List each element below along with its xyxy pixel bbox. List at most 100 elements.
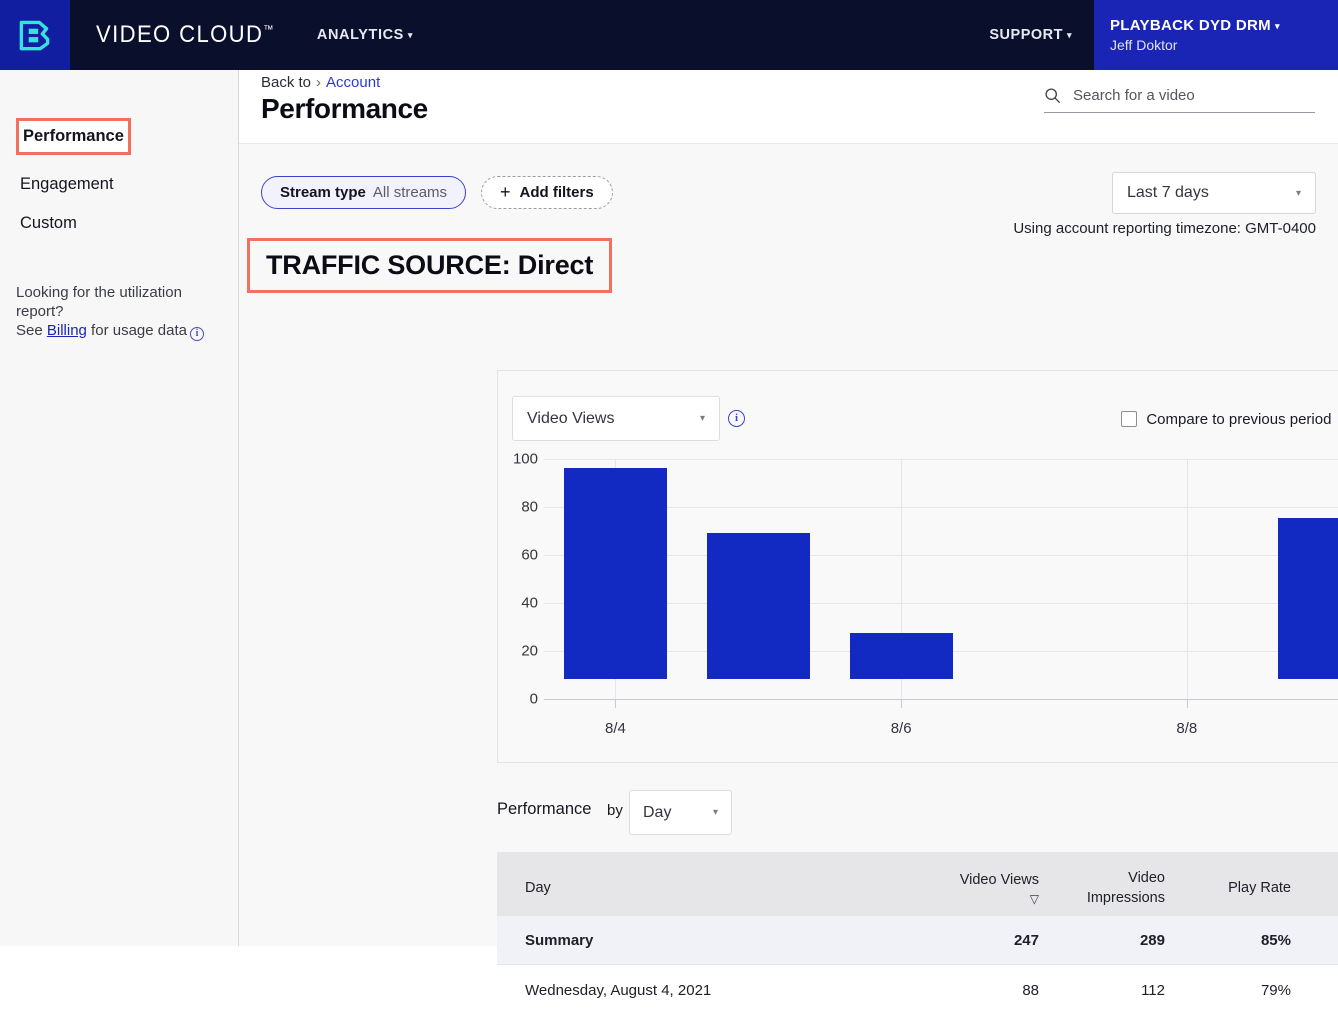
x-axis-tick-label: 8/8 [1176, 720, 1197, 737]
chart-toolbar: Compare to previous period Export as CSV… [1121, 407, 1338, 431]
table-column-header[interactable]: VideoImpressions [1053, 852, 1179, 916]
metric-select[interactable]: Video Views ▾ [512, 396, 720, 441]
table-cell-value: 88 [927, 982, 1053, 999]
breadcrumb: Back to › Account [261, 74, 380, 91]
info-icon[interactable]: i [728, 410, 745, 427]
note-tail-text: for usage data [87, 322, 187, 339]
table-cell-value: 10 [1305, 982, 1338, 999]
nav-support-label: SUPPORT [989, 27, 1063, 43]
y-axis-tick-label: 0 [498, 691, 538, 708]
note-see-text: See [16, 322, 47, 339]
nav-analytics[interactable]: ANALYTICS ▾ [317, 27, 413, 43]
search-bar[interactable] [1044, 86, 1315, 113]
filter-pill-stream-type[interactable]: Stream type All streams [261, 176, 466, 209]
brightcove-b-logo-icon [14, 14, 56, 56]
y-axis-tick-label: 20 [498, 643, 538, 660]
main-content: Back to › Account Performance Stream type A… [239, 70, 1338, 946]
column-header-line: Day [525, 879, 551, 899]
traffic-source-heading-text: TRAFFIC SOURCE: Direct [266, 250, 593, 280]
plot-area [544, 459, 1338, 699]
bar[interactable] [850, 633, 953, 679]
x-axis-tick [615, 699, 616, 708]
y-axis-labels: 020406080100 [498, 459, 538, 719]
note-line-1: Looking for the utilization [16, 283, 222, 302]
plus-icon: + [500, 182, 511, 203]
table-column-header[interactable]: Video Views▽ [927, 852, 1053, 916]
chevron-down-icon: ▾ [408, 30, 413, 40]
traffic-source-heading: TRAFFIC SOURCE: Direct [247, 238, 612, 293]
breadcrumb-back-label: Back to [261, 74, 311, 91]
top-navigation-bar: VIDEO CLOUD™ ANALYTICS▾ SUPPORT▾ PLAYBAC… [0, 0, 1338, 70]
sidebar-item-engagement[interactable]: Engagement [16, 169, 118, 200]
bar[interactable] [1278, 518, 1338, 679]
chart-card: Video Views ▾ i Compare to previous peri… [497, 370, 1338, 763]
timezone-note: Using account reporting timezone: GMT-04… [1013, 220, 1316, 237]
stream-type-label: Stream type [280, 184, 366, 201]
page-header: Back to › Account Performance [239, 70, 1338, 144]
compare-previous-period-checkbox[interactable] [1121, 411, 1137, 427]
column-header-line: Video Views [960, 871, 1039, 891]
x-axis-tick [901, 699, 902, 708]
y-axis-tick-label: 80 [498, 499, 538, 516]
nav-analytics-label: ANALYTICS [317, 27, 404, 43]
table-cell-value: 79% [1179, 982, 1305, 999]
table-by-label: by [607, 802, 623, 819]
table-column-header[interactable]: ViewedMinutes [1305, 852, 1338, 916]
account-name-text: PLAYBACK DYD DRM [1110, 17, 1271, 34]
chevron-down-icon: ▾ [700, 413, 705, 424]
y-axis-tick-label: 40 [498, 595, 538, 612]
table-column-header[interactable]: Play Rate [1179, 852, 1305, 916]
column-header-line: Play Rate [1228, 879, 1291, 899]
bar-chart: 020406080100 8/48/68/88/10 [498, 459, 1338, 719]
bar[interactable] [564, 468, 667, 679]
table-controls: Performance by Day ▾ Export as CSV XLSX [497, 788, 1338, 838]
grid-line-vertical [1187, 459, 1188, 699]
x-axis-tick [1187, 699, 1188, 708]
chevron-down-icon: ▾ [1067, 30, 1072, 40]
grid-line-horizontal [544, 459, 1338, 460]
breadcrumb-account-link[interactable]: Account [326, 74, 380, 91]
column-header-line: Video [1128, 869, 1165, 889]
sort-descending-icon: ▽ [1030, 891, 1039, 907]
info-icon[interactable]: i [190, 327, 204, 341]
column-header-line: Impressions [1087, 889, 1165, 909]
table-cell-day: Wednesday, August 4, 2021 [497, 982, 927, 999]
table-row[interactable]: Wednesday, August 4, 20218811279%104 [497, 964, 1338, 1016]
sidebar-item-label: Engagement [20, 175, 114, 193]
table-header-row: DayVideo Views▽VideoImpressionsPlay Rate… [497, 852, 1338, 916]
table-performance-label: Performance [497, 800, 591, 819]
add-filters-label: Add filters [520, 184, 594, 201]
note-line-2: report? [16, 302, 222, 321]
sidebar-item-performance[interactable]: Performance [16, 118, 131, 155]
add-filters-button[interactable]: + Add filters [481, 176, 613, 209]
y-axis-tick-label: 100 [498, 451, 538, 468]
account-name: PLAYBACK DYD DRM▾ [1110, 17, 1338, 34]
metric-select-value: Video Views [527, 410, 614, 428]
grid-line-horizontal [544, 699, 1338, 700]
brightcove-logo[interactable] [0, 0, 70, 70]
breadcrumb-separator: › [316, 74, 321, 91]
app-root: VIDEO CLOUD™ ANALYTICS▾ SUPPORT▾ PLAYBAC… [0, 0, 1338, 946]
date-range-value: Last 7 days [1127, 184, 1209, 202]
page-title: Performance [261, 93, 428, 125]
search-input[interactable] [1071, 86, 1296, 105]
stream-type-value: All streams [373, 184, 447, 201]
account-username: Jeff Doktor [1110, 37, 1338, 53]
compare-previous-period-label: Compare to previous period [1146, 411, 1331, 428]
table-cell-value: 112 [1053, 982, 1179, 999]
nav-support[interactable]: SUPPORT ▾ [989, 27, 1072, 43]
account-menu[interactable]: PLAYBACK DYD DRM▾ Jeff Doktor [1094, 0, 1338, 70]
chevron-down-icon: ▾ [713, 807, 718, 818]
date-range-select[interactable]: Last 7 days ▾ [1112, 172, 1316, 214]
table-column-header[interactable]: Day [497, 852, 927, 916]
billing-link[interactable]: Billing [47, 322, 87, 339]
performance-table: DayVideo Views▽VideoImpressionsPlay Rate… [497, 852, 1338, 1016]
search-icon [1044, 87, 1061, 104]
x-axis-tick-label: 8/4 [605, 720, 626, 737]
chevron-down-icon: ▾ [1296, 188, 1301, 199]
brand-text: VIDEO CLOUD [96, 21, 263, 48]
granularity-select[interactable]: Day ▾ [629, 790, 732, 835]
bar[interactable] [707, 533, 810, 679]
sidebar-item-custom[interactable]: Custom [16, 208, 81, 239]
table-summary-row: Summary24728985%303 [497, 916, 1338, 964]
